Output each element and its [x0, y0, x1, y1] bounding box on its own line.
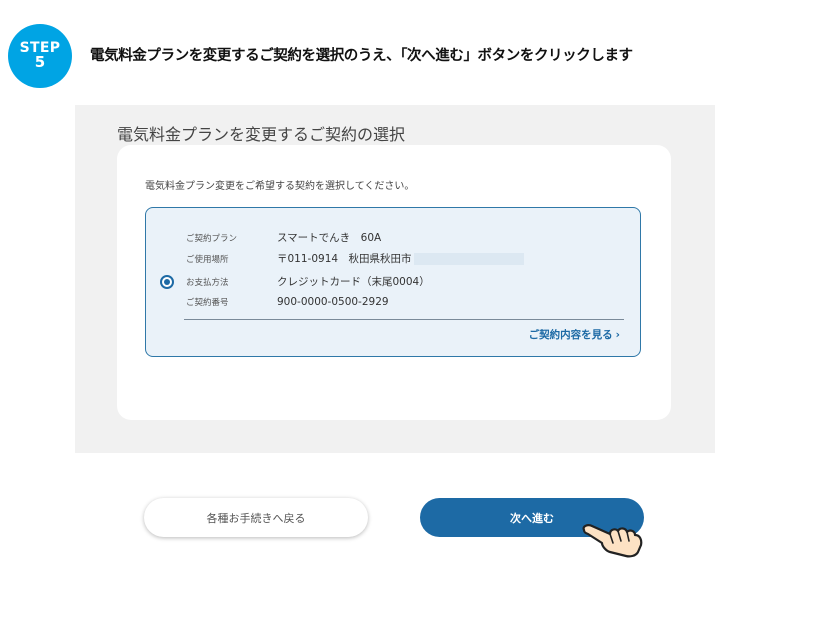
masked-address — [413, 253, 524, 265]
card-instruction: 電気料金プラン変更をご希望する契約を選択してください。 — [145, 181, 415, 192]
row-label: ご契約番号 — [186, 298, 229, 308]
row-label: お支払方法 — [186, 278, 229, 288]
contract-detail-link[interactable]: ご契約内容を見る › — [529, 327, 620, 342]
row-value: スマートでんき 60A — [277, 232, 382, 244]
step-instruction: 電気料金プランを変更するご契約を選択のうえ、「次へ進む」ボタンをクリックします — [90, 48, 633, 64]
pointing-hand-icon — [582, 524, 643, 558]
row-value: クレジットカード（末尾0004） — [277, 276, 430, 288]
contract-row-location: ご使用場所 〒011-0914 秋田県秋田市 — [186, 251, 524, 266]
divider — [184, 319, 624, 320]
contract-option[interactable]: ご契約プラン スマートでんき 60A ご使用場所 〒011-0914 秋田県秋田市 … — [145, 207, 641, 357]
detail-link-label: ご契約内容を見る — [528, 329, 613, 341]
screenshot-panel: 電気料金プランを変更するご契約の選択 電気料金プラン変更をご希望する契約を選択し… — [75, 105, 715, 453]
step-number: 5 — [34, 53, 46, 72]
radio-selected-icon[interactable] — [160, 275, 174, 289]
row-label: ご契約プラン — [186, 234, 238, 244]
contract-row-number: ご契約番号 900-0000-0500-2929 — [186, 296, 389, 308]
contract-row-plan: ご契約プラン スマートでんき 60A — [186, 230, 381, 245]
chevron-right-icon: › — [615, 329, 620, 341]
row-label: ご使用場所 — [186, 255, 229, 265]
page-title: 電気料金プランを変更するご契約の選択 — [117, 125, 406, 144]
row-value: 〒011-0914 秋田県秋田市 — [277, 253, 412, 265]
contract-card: 電気料金プラン変更をご希望する契約を選択してください。 ご契約プラン スマートでん… — [117, 145, 671, 420]
row-value: 900-0000-0500-2929 — [277, 296, 389, 308]
contract-row-payment: お支払方法 クレジットカード（末尾0004） — [186, 274, 430, 289]
back-button[interactable]: 各種お手続きへ戻る — [144, 498, 368, 537]
step-badge: STEP 5 — [8, 24, 72, 88]
